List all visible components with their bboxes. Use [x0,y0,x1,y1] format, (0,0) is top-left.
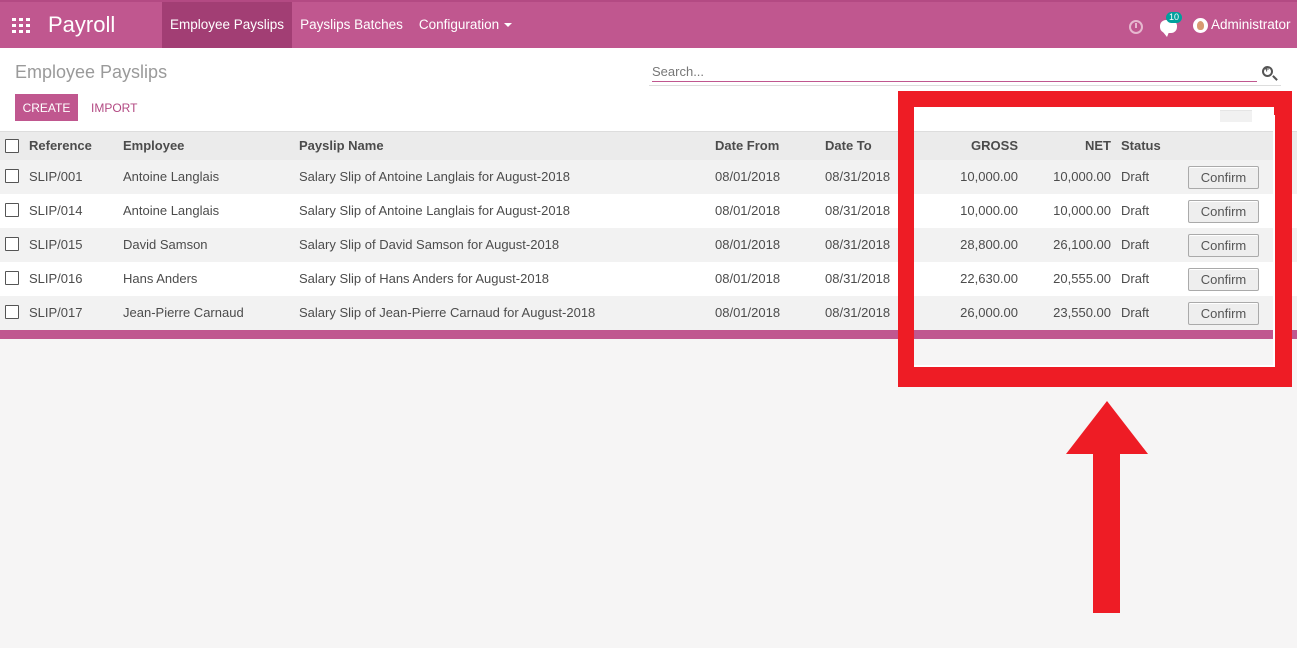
cell-date-to: 08/31/2018 [825,305,891,320]
cell-payslip-name: Salary Slip of David Samson for August-2… [299,237,560,252]
cell-reference: SLIP/017 [29,305,83,320]
column-payslip-name[interactable]: Payslip Name [299,132,384,160]
search-input[interactable] [652,62,1257,82]
highlight-box-inner [914,115,1275,367]
column-date-from[interactable]: Date From [715,132,779,160]
menu-employee-payslips[interactable]: Employee Payslips [162,2,293,48]
row-checkbox[interactable] [5,271,19,285]
cell-date-to: 08/31/2018 [825,169,891,184]
cell-reference: SLIP/014 [29,203,83,218]
messages-badge: 10 [1166,12,1183,23]
cell-payslip-name: Salary Slip of Hans Anders for August-20… [299,271,550,286]
cell-employee: Antoine Langlais [123,203,220,218]
row-checkbox[interactable] [5,305,19,319]
menu-configuration-label: Configuration [418,17,500,32]
cell-date-from: 08/01/2018 [715,271,781,286]
caret-down-icon [504,23,513,28]
cell-date-from: 08/01/2018 [715,203,781,218]
user-menu[interactable]: Administrator [1211,17,1291,32]
cell-date-from: 08/01/2018 [715,169,781,184]
cell-date-to: 08/31/2018 [825,237,891,252]
annotation-arrow-shaft [1093,453,1120,613]
search-divider [649,85,1281,86]
cell-reference: SLIP/015 [29,237,83,252]
column-reference[interactable]: Reference [29,132,92,160]
cell-payslip-name: Salary Slip of Jean-Pierre Carnaud for A… [299,305,596,320]
select-all-checkbox[interactable] [5,139,19,153]
page-title: Employee Payslips [15,62,168,82]
main-menu: Employee Payslips Payslips Batches Confi… [162,2,520,48]
annotation-arrow-head [1066,401,1148,454]
activity-clock-icon[interactable] [1129,20,1143,34]
cell-payslip-name: Salary Slip of Antoine Langlais for Augu… [299,169,571,184]
menu-payslips-batches[interactable]: Payslips Batches [292,2,411,48]
cell-date-from: 08/01/2018 [715,237,781,252]
cell-date-from: 08/01/2018 [715,305,781,320]
cell-date-to: 08/31/2018 [825,271,891,286]
search-options-icon[interactable] [1262,64,1273,77]
cell-payslip-name: Salary Slip of Antoine Langlais for Augu… [299,203,571,218]
cell-employee: David Samson [123,237,208,252]
top-navbar: Payroll Employee Payslips Payslips Batch… [0,0,1297,48]
cell-date-to: 08/31/2018 [825,203,891,218]
user-avatar[interactable] [1193,18,1208,33]
row-checkbox[interactable] [5,203,19,217]
menu-configuration[interactable]: Configuration [411,2,520,48]
create-button[interactable]: CREATE [15,94,78,121]
import-button[interactable]: IMPORT [86,94,142,121]
column-employee[interactable]: Employee [123,132,184,160]
cell-employee: Jean-Pierre Carnaud [123,305,244,320]
column-date-to[interactable]: Date To [825,132,872,160]
row-checkbox[interactable] [5,237,19,251]
app-name: Payroll [48,12,116,37]
cell-reference: SLIP/001 [29,169,83,184]
apps-grid-icon[interactable] [12,18,30,33]
cell-employee: Antoine Langlais [123,169,220,184]
cell-employee: Hans Anders [123,271,198,286]
row-checkbox[interactable] [5,169,19,183]
cell-reference: SLIP/016 [29,271,83,286]
